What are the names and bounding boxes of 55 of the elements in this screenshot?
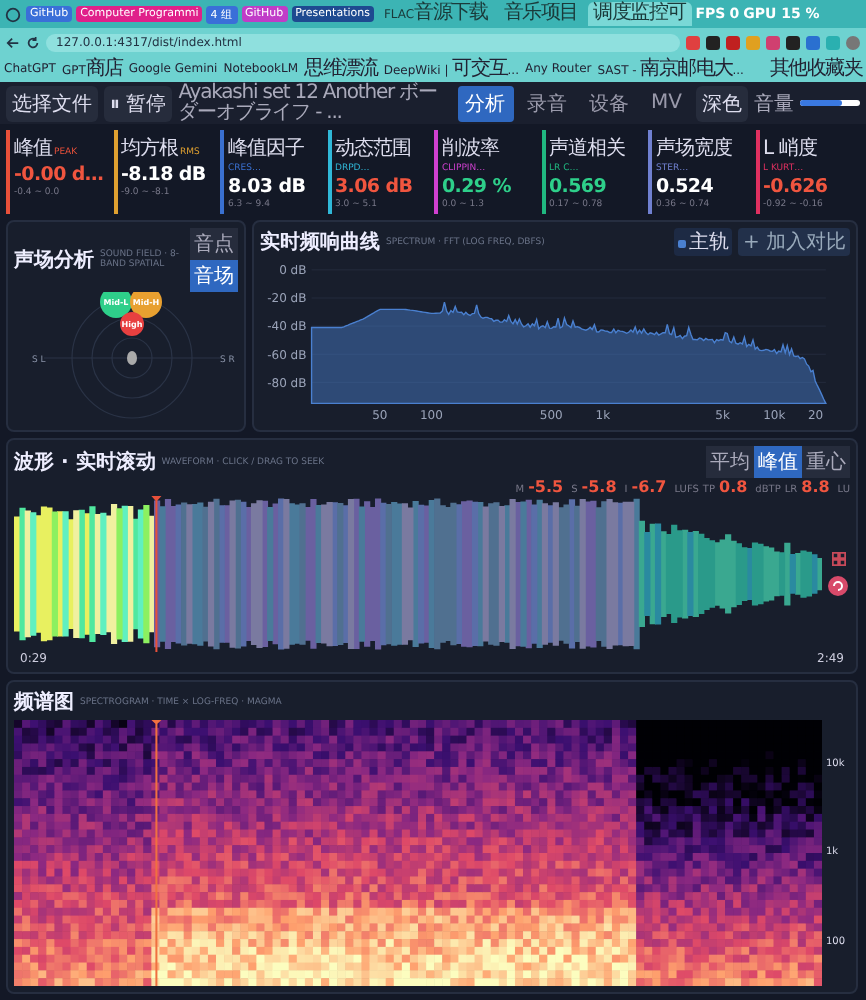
metric-label: 声道相关 [549,135,625,162]
metric-value: 0.524 [656,176,716,198]
metric-label: 削波率 [442,135,499,162]
reading-value: 8.8 [801,478,830,496]
metric-value: -0.00 d… [14,164,105,186]
metric-label: 均方根 [121,135,178,162]
metric-label: 动态范围 [335,135,411,162]
add-compare-button[interactable]: + 加入对比 [738,228,850,256]
center-dot [127,351,137,365]
metric-label: 声场宽度 [656,135,732,162]
bookmark-folder[interactable]: 其他收藏夹 [769,57,862,81]
main-track-button[interactable]: 主轨 [674,228,733,256]
volume-slider[interactable] [800,100,860,106]
tab-actions-icon[interactable] [4,5,22,23]
reading-value: -5.8 [581,478,617,496]
view-tab[interactable]: 设备 [581,85,638,121]
panel-title: 实时频响曲线 [260,228,380,256]
playhead[interactable] [151,720,162,986]
metric-value: 8.03 dB [228,176,308,198]
metric-value: 0.569 [549,176,609,198]
mode-toggle[interactable]: 音点 [190,228,238,260]
browser-tab[interactable]: 音乐项目 [497,2,584,26]
metric-label: 峰值因子 [228,136,304,162]
panel-title: 声场分析 [14,247,94,274]
reading-value: -6.7 [631,478,667,496]
panel-title: 频谱图 [14,688,74,716]
bookmark-item[interactable]: 思维漂流 [304,57,378,81]
metric-label: L 峭度 [763,135,817,162]
mode-toggle[interactable]: 音场 [190,260,238,292]
view-tab[interactable]: 分析 [457,85,514,121]
theme-button[interactable]: 深色 [696,85,748,121]
waveform-drawing[interactable] [14,498,822,650]
grid-icon[interactable] [831,552,845,566]
mode-toggle[interactable]: 峰值 [754,446,802,478]
panel-title: 波形 · 实时滚动 [14,448,156,476]
metric-value: -8.18 dB [121,164,208,186]
metric-value: 3.06 dB [335,176,415,198]
reading-value: -5.5 [528,478,564,496]
reload-icon[interactable] [26,35,40,49]
view-tab[interactable]: 录音 [519,85,576,121]
volume-label: 音量 [754,91,794,117]
browser-tab[interactable]: 调度监控可 [587,2,692,26]
open-file-button[interactable]: 选择文件 [6,85,98,121]
reading-value: 0.8 [719,478,748,496]
avatar-icon[interactable] [846,35,860,49]
mode-toggle[interactable]: 重心 [802,446,850,478]
metric-label: 峰值 [14,136,52,162]
metric-value: -0.626 [763,176,830,198]
loop-icon[interactable] [828,576,848,596]
pause-button[interactable]: ⏸ 暂停 [104,85,173,121]
mode-toggle[interactable]: 平均 [706,446,754,478]
track-title: Ayakashi set 12 Another ボーダーオブライフ - ... [178,83,439,123]
metric-value: 0.29 % [442,176,513,198]
back-icon[interactable] [6,35,20,49]
view-tab[interactable]: MV [643,88,690,118]
